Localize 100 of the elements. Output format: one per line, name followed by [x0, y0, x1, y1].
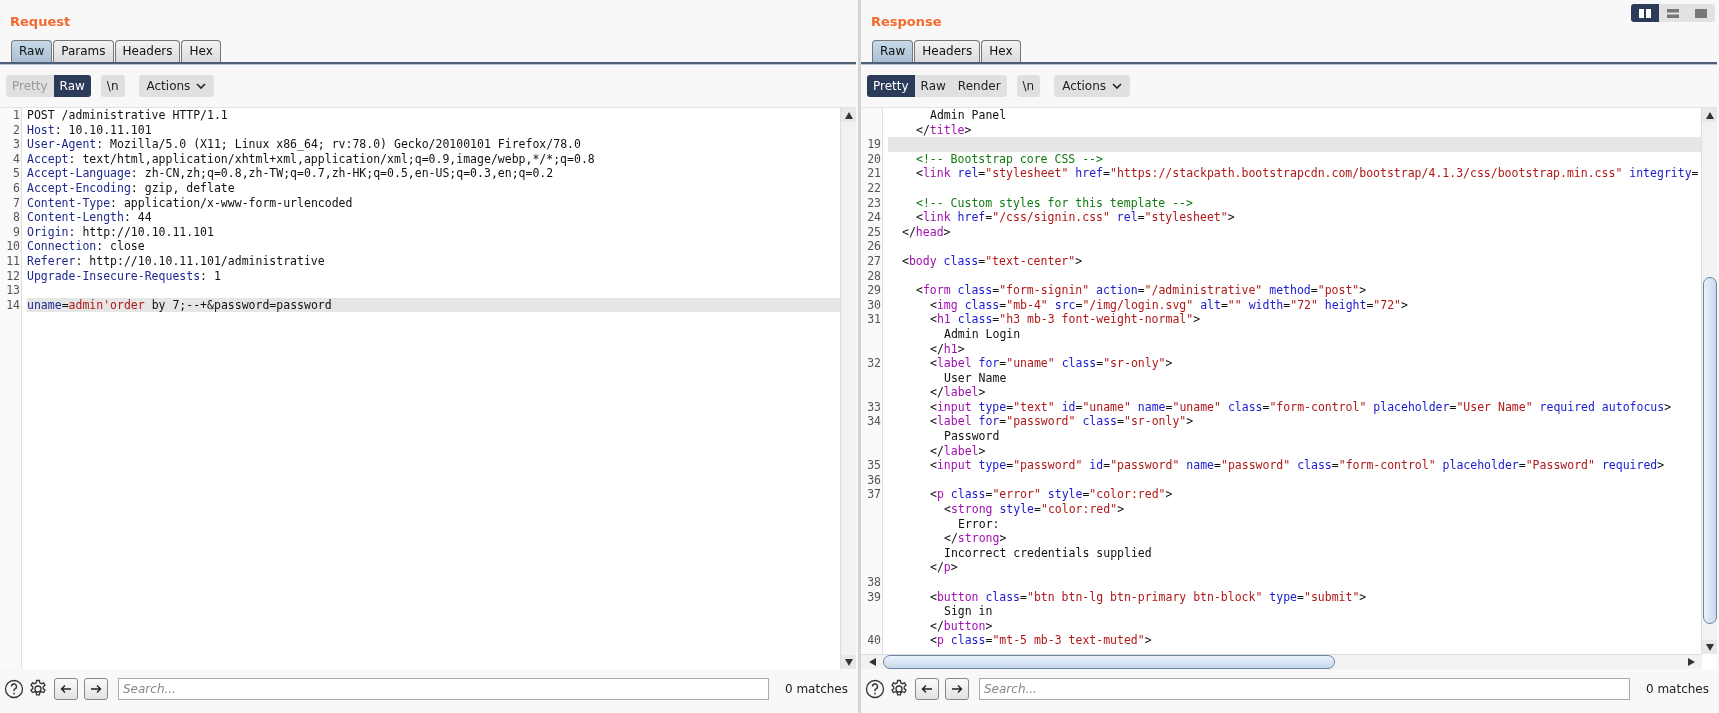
scroll-down-arrow-icon[interactable] [844, 658, 853, 666]
settings-icon[interactable] [889, 679, 909, 699]
arrow-right-icon [951, 684, 963, 694]
search-field[interactable]: Search... [118, 678, 769, 700]
line-number: 32 [867, 356, 881, 371]
view-mode-button[interactable]: Raw [914, 75, 952, 97]
code-line: <input type="text" id="uname" name="uname" class="form-control" placeholder="User Name" required autofocus> [930, 399, 1672, 415]
help-icon[interactable] [4, 679, 24, 699]
tab[interactable]: Raw [872, 40, 914, 62]
code-line: <h1 class="h3 mb-3 font-weight-normal"> [930, 312, 1201, 327]
line-number: 36 [867, 472, 881, 487]
view-mode-button[interactable]: Render [951, 75, 1007, 97]
line-number: 8 [13, 210, 20, 225]
line-number: 7 [13, 195, 20, 210]
chevron-down-icon [1112, 83, 1123, 89]
actions-button[interactable]: Actions [1054, 75, 1131, 97]
pane-title: Response [871, 13, 942, 29]
code-line: Incorrect credentials supplied [944, 545, 1152, 561]
search-field[interactable]: Search... [979, 678, 1630, 700]
line-number: 4 [13, 151, 20, 166]
next-match-button[interactable] [945, 678, 969, 700]
line-number: 25 [867, 224, 881, 239]
line-number: 35 [867, 458, 881, 473]
code-line: <p class="mt-5 mb-3 text-muted"> [930, 633, 1152, 648]
newline-toggle[interactable]: \n [1016, 75, 1041, 97]
help-icon[interactable] [865, 679, 885, 699]
line-number: 13 [6, 283, 20, 298]
code-line: </label> [930, 443, 986, 459]
code-line: </label> [930, 385, 986, 400]
line-number: 27 [867, 253, 881, 268]
line-number: 28 [867, 268, 881, 283]
code-line: <link href="/css/signin.css" rel="stylesheet"> [916, 210, 1235, 225]
code-line: Admin Panel [930, 108, 1007, 123]
match-count: 0 matches [783, 682, 849, 696]
tab[interactable]: Hex [981, 40, 1021, 62]
code-line: Sign in [944, 604, 993, 619]
side-by-side-layout-icon[interactable] [1631, 4, 1659, 22]
line-number: 33 [867, 399, 881, 414]
scroll-right-arrow-icon[interactable] [1687, 658, 1695, 666]
line-number: 37 [867, 487, 881, 502]
code-line: </button> [930, 618, 993, 634]
code-line: <label for="uname" class="sr-only"> [930, 356, 1173, 371]
view-mode-button[interactable]: Pretty [867, 75, 915, 97]
tab[interactable]: Headers [114, 40, 181, 62]
line-number: 14 [6, 297, 20, 312]
code-line: <img class="mb-4" src="/img/login.svg" alt="" width="72" height="72"> [930, 297, 1408, 313]
next-match-button[interactable] [84, 678, 108, 700]
code-line: uname=admin'order by 7;--+&password=password [27, 297, 332, 313]
actions-button[interactable]: Actions [138, 75, 215, 97]
code-line: Accept: text/html,application/xhtml+xml,application/xml;q=0.9,image/webp,*/*;q=0.8 [27, 151, 595, 167]
scroll-down-arrow-icon[interactable] [1705, 643, 1714, 651]
code-line: <input type="password" id="password" name="password" class="form-control" placeholder="Password" required> [930, 458, 1665, 473]
vertical-scrollbar[interactable] [840, 108, 856, 669]
code-line: Password [944, 429, 1000, 444]
code-line: Upgrade-Insecure-Requests: 1 [27, 268, 221, 284]
code-line: </h1> [930, 341, 965, 357]
code-line: <body class="text-center"> [902, 253, 1083, 269]
previous-match-button[interactable] [915, 678, 939, 700]
pane-title: Request [10, 13, 71, 29]
line-number: 24 [867, 210, 881, 225]
line-number: 10 [6, 239, 20, 254]
match-count: 0 matches [1644, 682, 1710, 696]
code-line: User-Agent: Mozilla/5.0 (X11; Linux x86_64; rv:78.0) Gecko/20100101 Firefox/78.0 [27, 137, 581, 152]
tab[interactable]: Hex [181, 40, 221, 62]
code-line: Error: [958, 516, 1000, 532]
tab[interactable]: Raw [11, 40, 53, 62]
line-number: 31 [867, 312, 881, 327]
line-number: 12 [6, 268, 20, 283]
code-line: Referer: http://10.10.11.101/administrative [27, 253, 325, 269]
view-mode-button[interactable]: Raw [53, 75, 91, 97]
code-line: <button class="btn btn-lg btn-primary btn-block" type="submit"> [930, 589, 1367, 605]
code-line: </p> [930, 560, 958, 575]
line-number: 19 [867, 137, 881, 152]
code-line: <!-- Custom styles for this template --> [916, 195, 1193, 211]
scroll-up-arrow-icon[interactable] [844, 111, 853, 119]
newline-toggle[interactable]: \n [100, 75, 125, 97]
code-line: Connection: close [27, 239, 145, 254]
line-number: 5 [13, 166, 20, 181]
tab[interactable]: Headers [914, 40, 981, 62]
line-number: 38 [867, 575, 881, 589]
vertical-scrollbar[interactable] [1701, 108, 1717, 654]
scroll-left-arrow-icon[interactable] [868, 658, 876, 666]
scroll-up-arrow-icon[interactable] [1705, 111, 1714, 119]
previous-match-button[interactable] [54, 678, 78, 700]
single-pane-layout-icon[interactable] [1687, 4, 1715, 22]
code-line: User Name [944, 370, 1007, 386]
horizontal-scrollbar[interactable] [861, 654, 1702, 669]
line-number: 21 [867, 166, 881, 181]
tab[interactable]: Params [53, 40, 114, 62]
line-number: 23 [867, 195, 881, 210]
line-number: 30 [867, 297, 881, 312]
code-line: Admin Login [944, 326, 1021, 342]
code-line: Content-Type: application/x-www-form-urlencoded [27, 195, 353, 211]
settings-icon[interactable] [28, 679, 48, 699]
arrow-left-icon [60, 684, 72, 694]
code-line: Accept-Language: zh-CN,zh;q=0.8,zh-TW;q=0.7,zh-HK;q=0.5,en-US;q=0.3,en;q=0.2 [27, 166, 554, 181]
code-line: </strong> [944, 531, 1007, 546]
code-line: <label for="password" class="sr-only"> [930, 414, 1194, 430]
code-line: <!-- Bootstrap core CSS --> [916, 151, 1103, 167]
code-editor[interactable] [861, 107, 1717, 669]
